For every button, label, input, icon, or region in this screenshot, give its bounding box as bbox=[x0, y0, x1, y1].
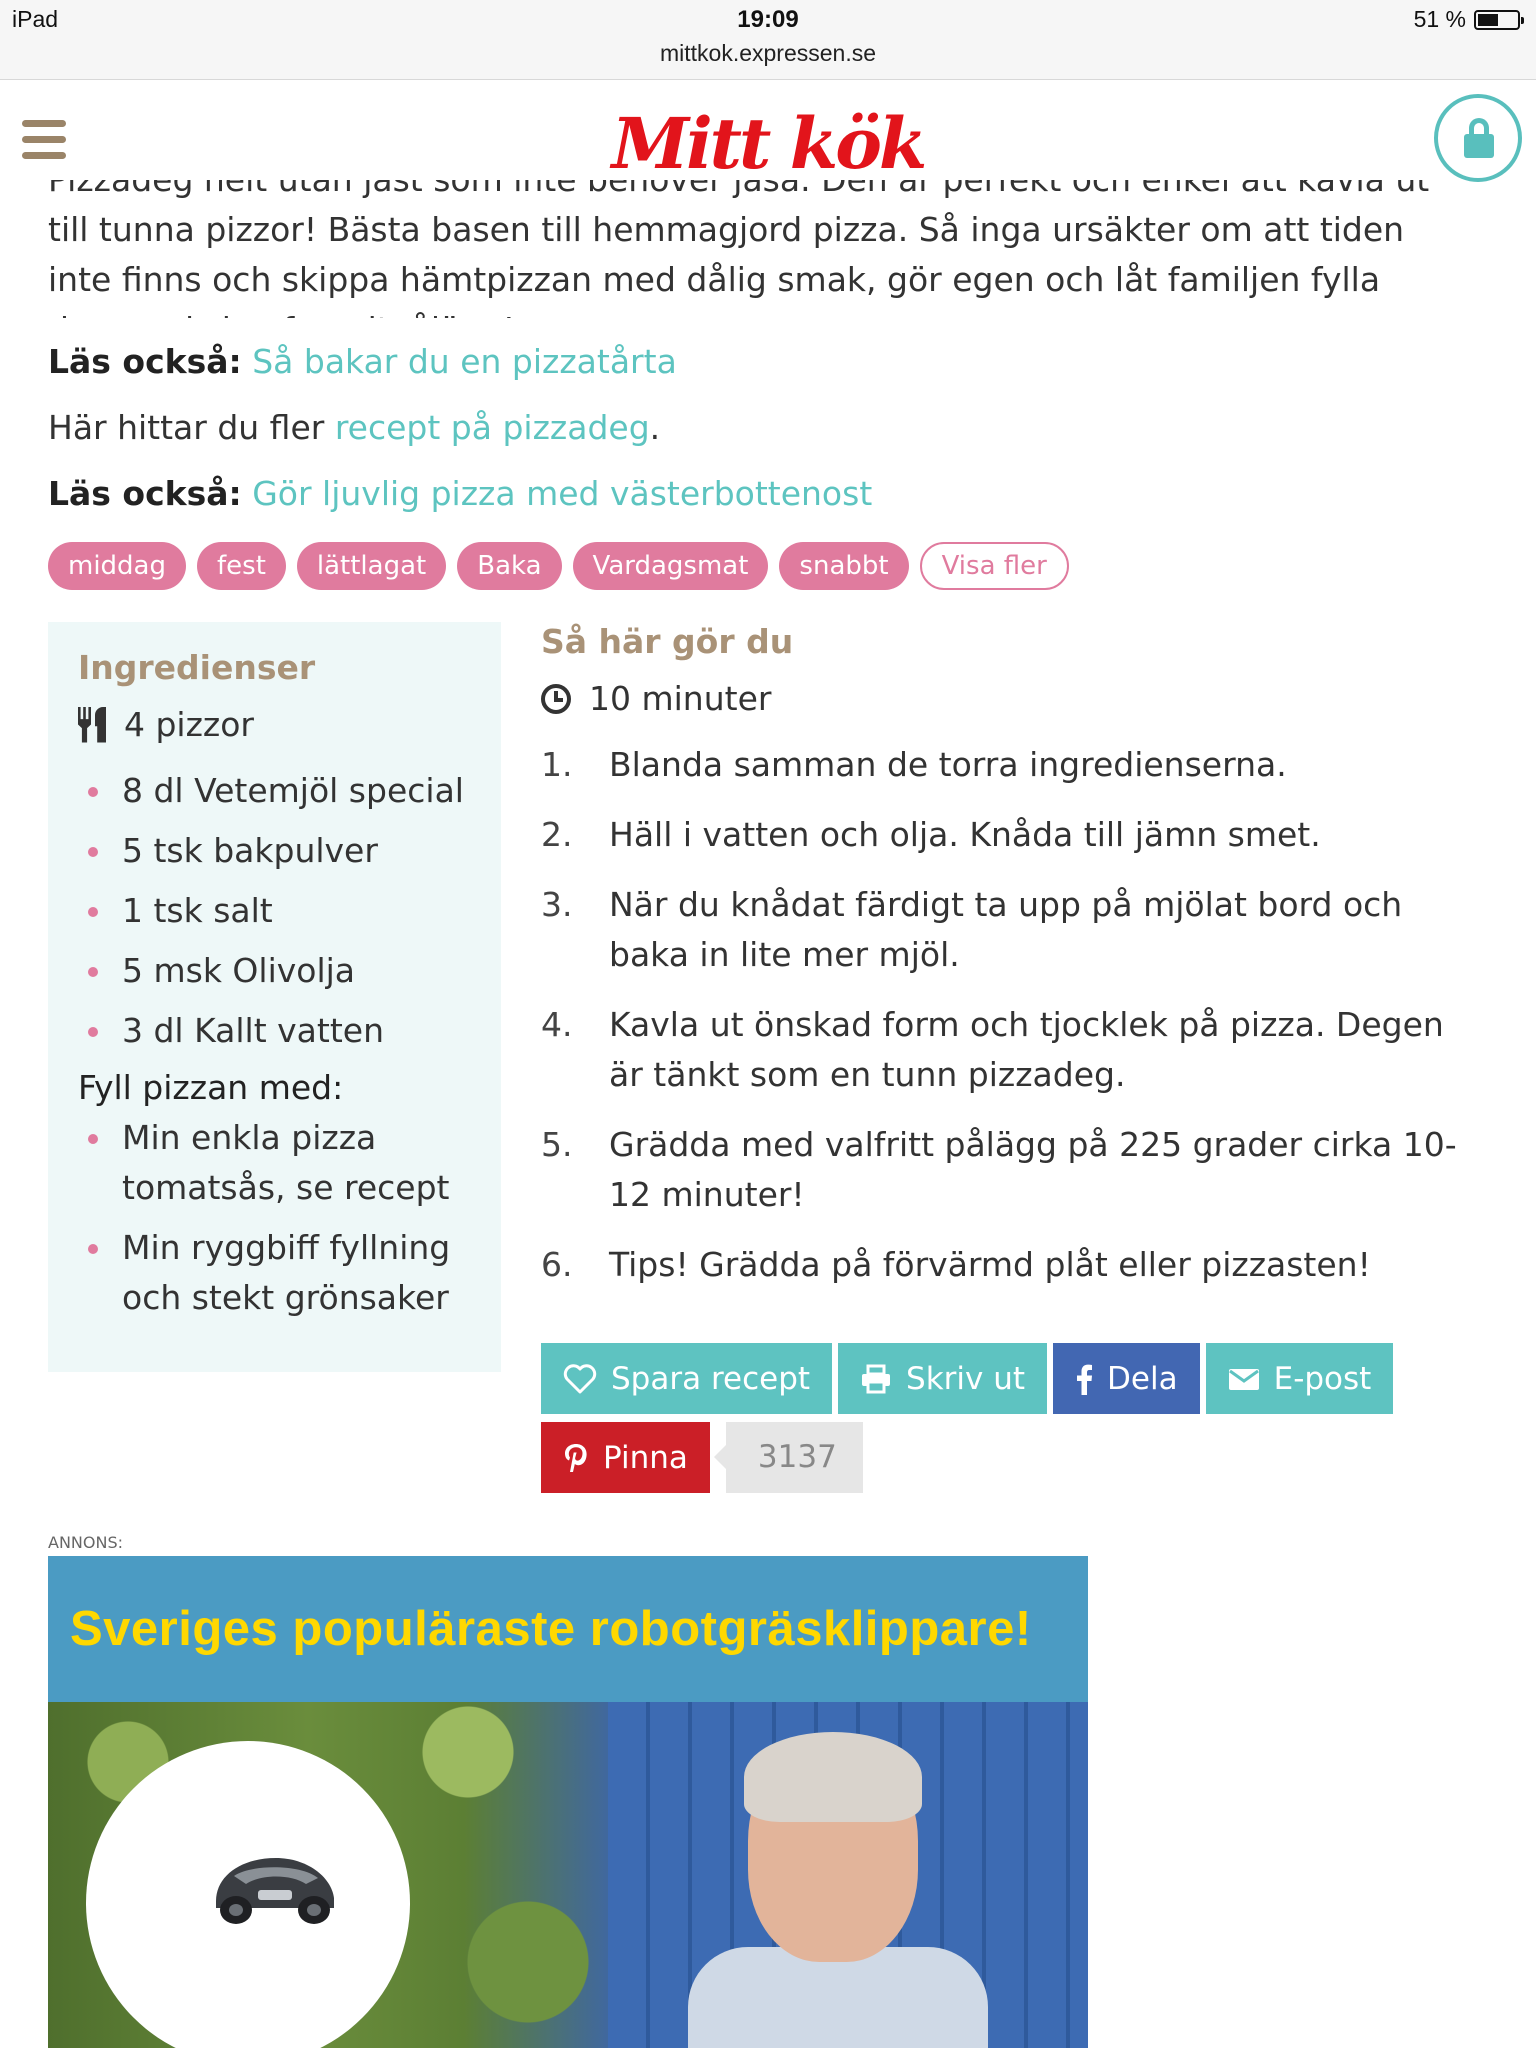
ingredient-list: 8 dl Vetemjöl special 5 tsk bakpulver 1 … bbox=[78, 766, 471, 1056]
print-label: Skriv ut bbox=[906, 1360, 1026, 1397]
more-recipes-line: Här hittar du fler recept på pizzadeg. bbox=[48, 408, 660, 447]
ingredients-panel: Ingredienser 4 pizzor 8 dl Vetemjöl spec… bbox=[48, 622, 501, 1372]
battery-indicator: 51 % bbox=[1413, 6, 1524, 33]
email-share-button[interactable]: E-post bbox=[1205, 1343, 1394, 1414]
ad-label: ANNONS: bbox=[48, 1533, 123, 1552]
email-share-label: E-post bbox=[1273, 1360, 1372, 1397]
tag-snabbt[interactable]: snabbt bbox=[779, 542, 909, 590]
cook-time-value: 10 minuter bbox=[589, 679, 772, 718]
step-number: 3. bbox=[541, 885, 573, 924]
instructions-title: Så här gör du bbox=[541, 622, 794, 661]
address-bar-url[interactable]: mittkok.expressen.se bbox=[0, 40, 1536, 67]
pinterest-label: Pinna bbox=[603, 1439, 688, 1476]
step-item: 2. Häll i vatten och olja. Knåda till jäm… bbox=[541, 810, 1461, 860]
cook-time: 10 minuter bbox=[541, 679, 1461, 718]
step-text: När du knådat färdigt ta upp på mjölat b… bbox=[609, 885, 1403, 974]
ingredients-title: Ingredienser bbox=[78, 648, 316, 687]
cutlery-icon bbox=[78, 706, 106, 743]
step-number: 6. bbox=[541, 1245, 573, 1284]
print-button[interactable]: Skriv ut bbox=[838, 1343, 1048, 1414]
step-text: Blanda samman de torra ingredienserna. bbox=[609, 745, 1287, 784]
share-bar: Spara recept Skriv ut Dela E-post bbox=[541, 1343, 1394, 1414]
ad-banner: Sveriges populäraste robotgräsklippare! bbox=[48, 1556, 1088, 1702]
clock-icon bbox=[541, 683, 571, 714]
envelope-icon bbox=[1228, 1367, 1260, 1391]
robot-mower-icon bbox=[206, 1846, 341, 1931]
read-also-prefix: Läs också: bbox=[48, 342, 242, 381]
step-item: 5. Grädda med valfritt pålägg på 225 grad… bbox=[541, 1120, 1461, 1220]
step-item: 1. Blanda samman de torra ingredienserna. bbox=[541, 740, 1461, 790]
tag-list: middag fest lättlagat Baka Vardagsmat sn… bbox=[48, 542, 1069, 590]
portions: 4 pizzor bbox=[78, 705, 471, 744]
pinterest-share: Pinna 3137 bbox=[541, 1422, 863, 1493]
read-also-link-vasterbotten[interactable]: Gör ljuvlig pizza med västerbottenost bbox=[252, 474, 872, 513]
save-recipe-label: Spara recept bbox=[611, 1360, 811, 1397]
more-recipes-suffix: . bbox=[649, 408, 661, 447]
intro-section: Pizzadeg helt utan jäst som inte behöver… bbox=[48, 168, 1468, 318]
ingredient-item: 5 msk Olivolja bbox=[78, 946, 471, 996]
pinterest-icon bbox=[563, 1442, 589, 1474]
step-number: 5. bbox=[541, 1125, 573, 1164]
battery-percent: 51 % bbox=[1413, 6, 1466, 32]
tag-fest[interactable]: fest bbox=[197, 542, 286, 590]
tag-vardagsmat[interactable]: Vardagsmat bbox=[572, 542, 769, 590]
step-text: Tips! Grädda på förvärmd plåt eller pizz… bbox=[609, 1245, 1371, 1284]
battery-icon bbox=[1474, 9, 1524, 30]
pinterest-button[interactable]: Pinna bbox=[541, 1422, 710, 1493]
intro-text: Pizzadeg helt utan jäst som inte behöver… bbox=[48, 168, 1430, 318]
ingredient-item: 5 tsk bakpulver bbox=[78, 826, 471, 876]
step-list: 1. Blanda samman de torra ingredienserna.… bbox=[541, 740, 1461, 1290]
advertisement[interactable]: Sveriges populäraste robotgräsklippare! bbox=[48, 1556, 1088, 2048]
clock: 19:09 bbox=[737, 6, 799, 33]
step-text: Kavla ut önskad form och tjocklek på piz… bbox=[609, 1005, 1444, 1094]
fill-title: Fyll pizzan med: bbox=[78, 1068, 344, 1107]
instructions-panel: Så här gör du 10 minuter 1. Blanda samman… bbox=[541, 622, 1461, 1310]
ingredient-item: 1 tsk salt bbox=[78, 886, 471, 936]
heart-icon bbox=[563, 1363, 597, 1394]
ingredient-item: 8 dl Vetemjöl special bbox=[78, 766, 471, 816]
product-circle bbox=[86, 1741, 410, 2048]
read-also-1: Läs också: Så bakar du en pizzatårta bbox=[48, 342, 677, 381]
step-text: Grädda med valfritt pålägg på 225 grader… bbox=[609, 1125, 1457, 1214]
show-more-tags-button[interactable]: Visa fler bbox=[919, 542, 1069, 590]
lock-icon[interactable] bbox=[1434, 94, 1522, 182]
tag-lattlagat[interactable]: lättlagat bbox=[296, 542, 447, 590]
ad-title: Sveriges populäraste robotgräsklippare! bbox=[70, 1602, 1032, 1656]
site-logo[interactable]: Mitt kök bbox=[0, 102, 1536, 185]
fill-list: Min enkla pizza tomatsås, se recept Min … bbox=[78, 1113, 471, 1323]
step-item: 3. När du knådat färdigt ta upp på mjölat… bbox=[541, 880, 1461, 980]
step-item: 4. Kavla ut önskad form och tjocklek på p… bbox=[541, 1000, 1461, 1100]
step-number: 2. bbox=[541, 815, 573, 854]
more-recipes-text: Här hittar du fler bbox=[48, 408, 335, 447]
facebook-share-label: Dela bbox=[1107, 1360, 1178, 1397]
save-recipe-button[interactable]: Spara recept bbox=[541, 1343, 833, 1414]
ingredient-item: 3 dl Kallt vatten bbox=[78, 1006, 471, 1056]
tag-baka[interactable]: Baka bbox=[457, 542, 562, 590]
read-also-2: Läs också: Gör ljuvlig pizza med västerb… bbox=[48, 474, 872, 513]
fill-item: Min ryggbiff fyllning och stekt grönsake… bbox=[78, 1223, 471, 1323]
printer-icon bbox=[860, 1364, 892, 1394]
facebook-share-button[interactable]: Dela bbox=[1053, 1343, 1200, 1414]
more-recipes-link[interactable]: recept på pizzadeg bbox=[335, 408, 650, 447]
read-also-prefix: Läs också: bbox=[48, 474, 242, 513]
fill-item: Min enkla pizza tomatsås, se recept bbox=[78, 1113, 471, 1213]
step-number: 4. bbox=[541, 1005, 573, 1044]
step-item: 6. Tips! Grädda på förvärmd plåt eller pi… bbox=[541, 1240, 1461, 1290]
site-header: Mitt kök bbox=[0, 80, 1536, 185]
tag-middag[interactable]: middag bbox=[48, 542, 186, 590]
facebook-icon bbox=[1075, 1363, 1093, 1395]
portions-value: 4 pizzor bbox=[124, 705, 255, 744]
step-text: Häll i vatten och olja. Knåda till jämn … bbox=[609, 815, 1321, 854]
pin-count: 3137 bbox=[713, 1422, 863, 1493]
step-number: 1. bbox=[541, 745, 573, 784]
read-also-link-pizzatarta[interactable]: Så bakar du en pizzatårta bbox=[252, 342, 677, 381]
browser-status-bar: iPad 19:09 51 % mittkok.expressen.se bbox=[0, 0, 1536, 80]
smiling-man-image bbox=[688, 1732, 988, 2048]
